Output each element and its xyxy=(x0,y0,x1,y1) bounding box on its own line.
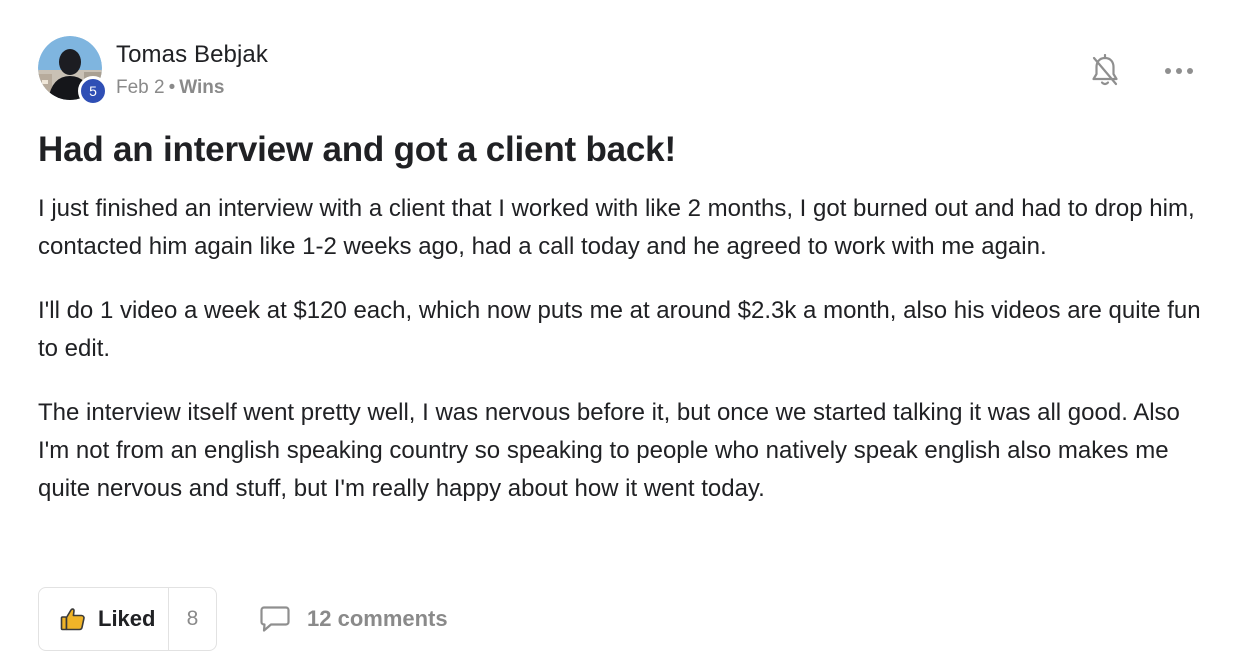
author-meta: Tomas Bebjak Feb 2 • Wins xyxy=(116,36,268,100)
level-badge: 5 xyxy=(78,76,108,106)
post-paragraph: The interview itself went pretty well, I… xyxy=(38,399,1180,502)
comments-button[interactable]: 12 comments xyxy=(260,605,448,633)
like-button[interactable]: Liked xyxy=(39,588,169,650)
post-paragraph: I'll do 1 video a week at $120 each, whi… xyxy=(38,297,1201,362)
comments-label: 12 comments xyxy=(307,606,448,631)
like-box: Liked 8 xyxy=(38,587,217,651)
post-meta: Feb 2 • Wins xyxy=(116,76,268,100)
post-header: 5 Tomas Bebjak Feb 2 • Wins xyxy=(38,36,1208,106)
post-paragraph: I just finished an interview with a clie… xyxy=(38,195,1195,260)
post-actions: Liked 8 12 comments xyxy=(38,587,448,651)
more-horizontal-icon[interactable] xyxy=(1164,66,1194,76)
thumbs-up-icon xyxy=(60,608,85,631)
comment-icon xyxy=(260,606,290,632)
post-body: I just finished an interview with a clie… xyxy=(38,190,1208,508)
post-title[interactable]: Had an interview and got a client back! xyxy=(38,128,1208,172)
post-date[interactable]: Feb 2 xyxy=(116,77,165,98)
like-label: Liked xyxy=(98,606,156,631)
post-top-actions xyxy=(1090,54,1208,88)
author-avatar-container[interactable]: 5 xyxy=(38,36,108,106)
post-category[interactable]: Wins xyxy=(179,77,224,98)
post-card: 5 Tomas Bebjak Feb 2 • Wins Had an intervi… xyxy=(38,36,1208,508)
author-name[interactable]: Tomas Bebjak xyxy=(116,40,268,70)
meta-separator: • xyxy=(168,77,176,98)
like-count[interactable]: 8 xyxy=(169,607,216,631)
bell-off-icon[interactable] xyxy=(1090,54,1120,88)
